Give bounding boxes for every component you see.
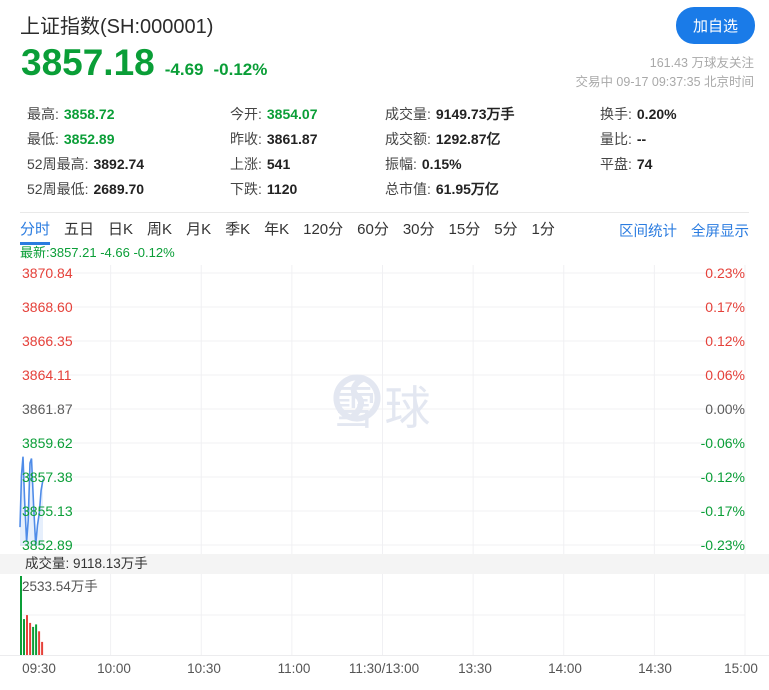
tab-月K[interactable]: 月K (186, 213, 211, 245)
right-axis-label: -0.06% (701, 435, 745, 451)
stat-换手: 换手:0.20% (600, 102, 677, 127)
stat-下跌: 下跌:1120 (230, 177, 318, 202)
right-axis-label: -0.12% (701, 469, 745, 485)
right-axis-label: 0.00% (705, 401, 745, 417)
trading-status: 交易中 09-17 09:37:35 北京时间 (575, 73, 754, 92)
current-price: 3857.18 (21, 44, 155, 83)
quote-page: 上证指数(SH:000001) 加自选 3857.18 -4.69 -0.12%… (0, 0, 769, 690)
intraday-price-chart[interactable]: 雪球 3870.84 3868.60 3866.35 3864.11 3861.87 38… (0, 265, 769, 554)
volume-max-label: 2533.54万手 (22, 575, 98, 595)
stat-最高: 最高:3858.72 (27, 102, 144, 127)
watermark: 雪球 (331, 372, 439, 438)
left-axis-label: 3859.62 (22, 435, 73, 451)
left-axis-label: 3852.89 (22, 537, 73, 553)
stat-总市值: 总市值:61.95万亿 (385, 177, 515, 202)
stat-今开: 今开:3854.07 (230, 102, 318, 127)
time-tick: 14:00 (548, 661, 582, 676)
time-tick: 10:30 (187, 661, 221, 676)
link-区间统计[interactable]: 区间统计 (619, 213, 677, 245)
tab-bar: 分时五日日K 周K 月K 季K 年K 120分 60分 30分 15分 5分 1分 区间统计全屏显示 (20, 212, 749, 245)
left-axis-label: 3868.60 (22, 299, 73, 315)
volume-chart[interactable]: 2533.54万手 (0, 574, 769, 656)
stat-52周最低: 52周最低:2689.70 (27, 177, 144, 202)
tab-五日[interactable]: 五日 (64, 213, 94, 245)
right-axis-label: 0.12% (705, 333, 745, 349)
tab-分时[interactable]: 分时 (20, 213, 50, 245)
market-info: 161.43 万球友关注 交易中 09-17 09:37:35 北京时间 (575, 54, 754, 92)
tab-季K[interactable]: 季K (225, 213, 250, 245)
stat-成交量: 成交量:9149.73万手 (385, 102, 515, 127)
right-axis-label: -0.17% (701, 503, 745, 519)
left-axis-label: 3861.87 (22, 401, 73, 417)
right-axis-label: 0.17% (705, 299, 745, 315)
stat-成交额: 成交额:1292.87亿 (385, 127, 515, 152)
stat-量比: 量比:-- (600, 127, 677, 152)
right-axis-label: 0.06% (705, 367, 745, 383)
add-watchlist-button[interactable]: 加自选 (676, 7, 755, 44)
tab-1分[interactable]: 1分 (532, 213, 555, 245)
time-tick: 14:30 (638, 661, 672, 676)
latest-quote-line: 最新:3857.21 -4.66 -0.12% (20, 245, 769, 265)
stat-52周最高: 52周最高:3892.74 (27, 152, 144, 177)
stats-grid: 最高:3858.72最低:3852.8952周最高:3892.7452周最低:2… (0, 96, 769, 202)
followers-count: 161.43 万球友关注 (575, 54, 754, 73)
price-change: -4.69 (165, 60, 204, 80)
tab-日K[interactable]: 日K (108, 213, 133, 245)
tab-年K[interactable]: 年K (264, 213, 289, 245)
price-change-percent: -0.12% (214, 60, 268, 80)
price-block: 3857.18 -4.69 -0.12% (21, 44, 267, 83)
right-axis-label: -0.23% (701, 537, 745, 553)
stat-平盘: 平盘:74 (600, 152, 677, 177)
left-axis-label: 3855.13 (22, 503, 73, 519)
left-axis-label: 3857.38 (22, 469, 73, 485)
left-axis-label: 3866.35 (22, 333, 73, 349)
right-axis-label: 0.23% (705, 265, 745, 281)
stat-振幅: 振幅:0.15% (385, 152, 515, 177)
tab-60分[interactable]: 60分 (357, 213, 389, 245)
time-tick: 15:00 (724, 661, 758, 676)
stat-最低: 最低:3852.89 (27, 127, 144, 152)
tab-15分[interactable]: 15分 (449, 213, 481, 245)
left-axis-label: 3864.11 (22, 367, 72, 383)
link-全屏显示[interactable]: 全屏显示 (691, 213, 749, 245)
time-tick: 11:00 (278, 661, 311, 676)
xueqiu-logo-icon (331, 372, 383, 424)
tab-5分[interactable]: 5分 (494, 213, 517, 245)
time-tick: 11:30/13:00 (349, 661, 419, 676)
tab-周K[interactable]: 周K (147, 213, 172, 245)
time-axis: 09:30 10:00 10:30 11:00 11:30/13:00 13:30 14:0… (0, 656, 769, 682)
tab-120分[interactable]: 120分 (303, 213, 343, 245)
volume-chart-canvas (0, 574, 769, 656)
tab-30分[interactable]: 30分 (403, 213, 435, 245)
time-tick: 13:30 (458, 661, 492, 676)
stat-上涨: 上涨:541 (230, 152, 318, 177)
left-axis-label: 3870.84 (22, 265, 73, 281)
page-title: 上证指数(SH:000001) (20, 10, 213, 39)
stat-昨收: 昨收:3861.87 (230, 127, 318, 152)
time-tick: 10:00 (97, 661, 131, 676)
volume-header-bar: 成交量: 9118.13万手 (0, 554, 769, 574)
header: 上证指数(SH:000001) 加自选 3857.18 -4.69 -0.12%… (0, 0, 769, 96)
time-tick: 09:30 (22, 661, 56, 676)
